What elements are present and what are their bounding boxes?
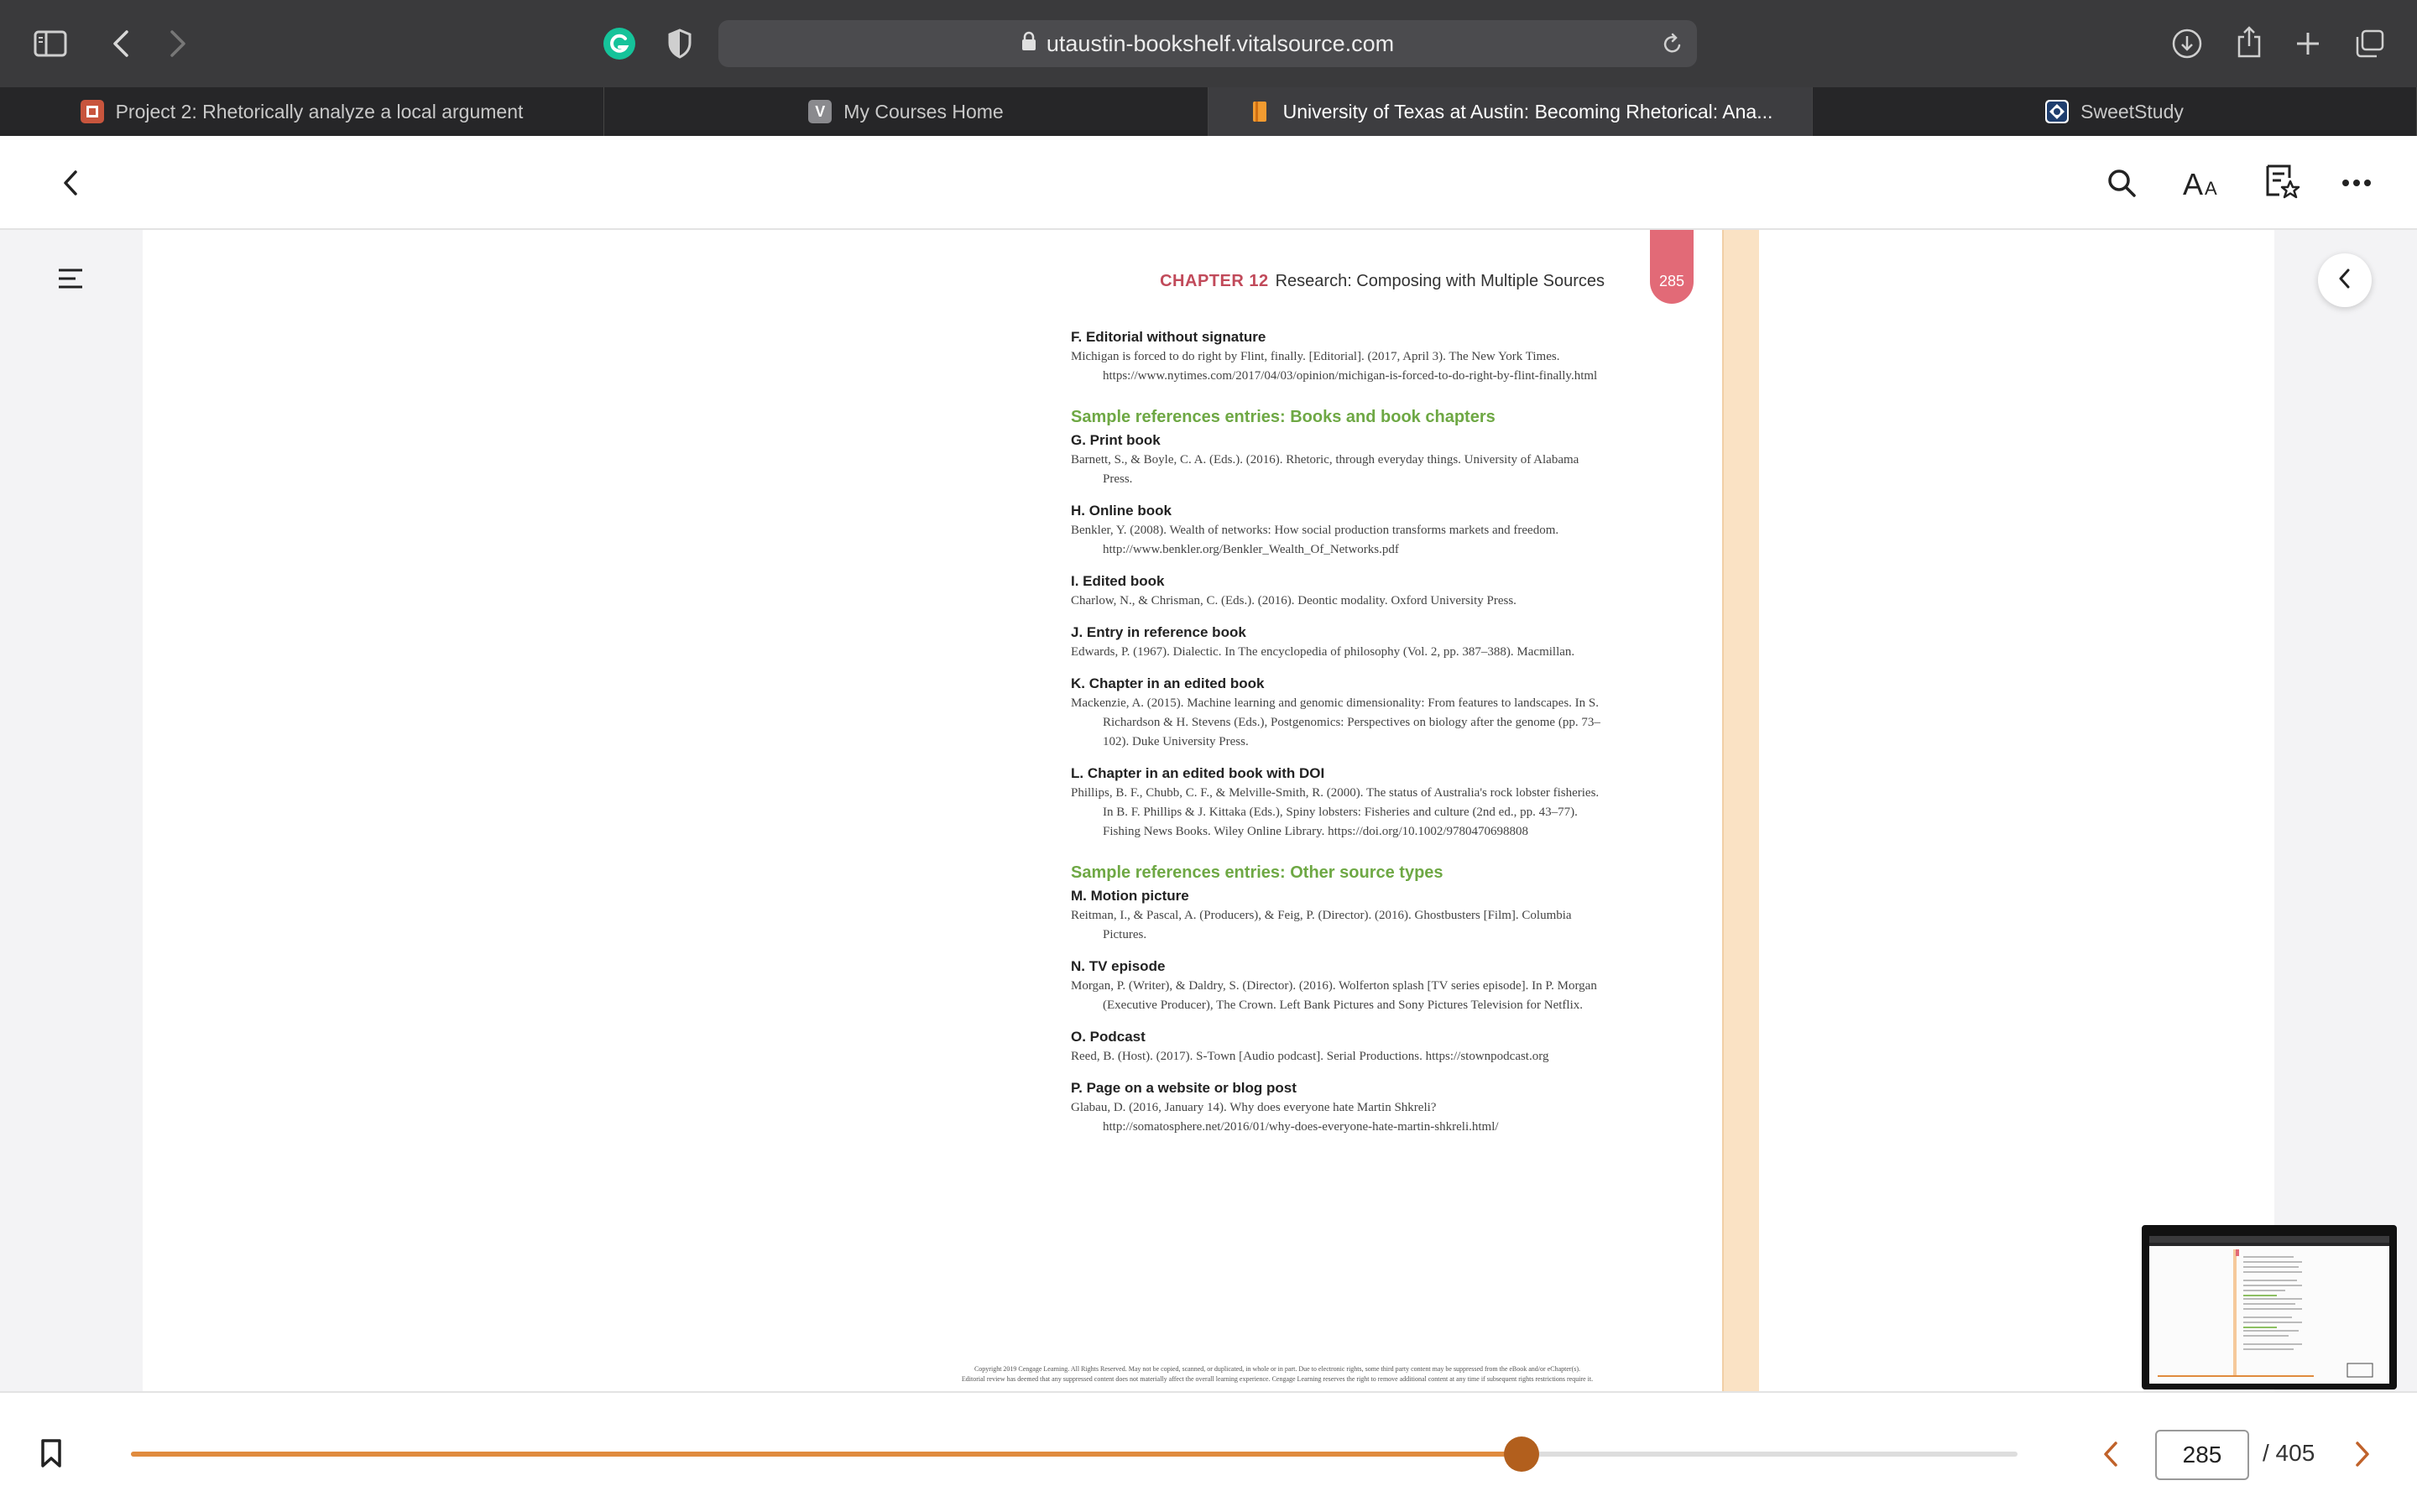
plus-icon[interactable] xyxy=(2291,25,2325,62)
entry-reference: Benkler, Y. (2008). Wealth of networks: … xyxy=(1071,524,1559,556)
entry-reference: Phillips, B. F., Chubb, C. F., & Melvill… xyxy=(1071,786,1600,838)
svg-text:A: A xyxy=(2205,178,2217,198)
more-icon[interactable] xyxy=(2338,164,2375,201)
entry-g: G. Print book Barnett, S., & Boyle, C. A… xyxy=(1071,432,1608,489)
entry-reference: Michigan is forced to do right by Flint,… xyxy=(1071,350,1598,383)
bookmark-icon[interactable] xyxy=(40,1438,67,1472)
chevron-left-icon xyxy=(2338,268,2352,294)
entry-i: I. Edited book Charlow, N., & Chrisman, … xyxy=(1071,573,1608,611)
entry-f: F. Editorial without signature Michigan … xyxy=(1071,329,1608,386)
page-total: / 405 xyxy=(2263,1440,2315,1466)
table-of-contents-icon[interactable] xyxy=(57,267,86,295)
bookmarks-list-icon[interactable] xyxy=(2263,161,2303,201)
chapter-title: Research: Composing with Multiple Source… xyxy=(1275,272,1605,290)
entry-title: F. Editorial without signature xyxy=(1071,329,1266,345)
entry-title: H. Online book xyxy=(1071,503,1172,519)
chevron-right-icon[interactable] xyxy=(161,25,195,62)
copyright-line: Copyright 2019 Cengage Learning. All Rig… xyxy=(974,1365,1581,1373)
section-heading-books: Sample references entries: Books and boo… xyxy=(1071,408,1496,426)
running-head: CHAPTER 12 Research: Composing with Multi… xyxy=(982,272,1605,291)
page-number-input[interactable] xyxy=(2155,1430,2249,1480)
back-icon[interactable] xyxy=(54,164,87,201)
page-preview-thumbnail[interactable] xyxy=(2142,1225,2397,1389)
copyright-line: Editorial review has deemed that any sup… xyxy=(961,1375,1594,1383)
entry-reference: Charlow, N., & Chrisman, C. (Eds.). (201… xyxy=(1071,594,1516,607)
entry-title: J. Entry in reference book xyxy=(1071,624,1246,640)
entry-reference: Edwards, P. (1967). Dialectic. In The en… xyxy=(1071,645,1575,659)
entry-title: O. Podcast xyxy=(1071,1029,1146,1045)
progress-fill xyxy=(131,1452,1522,1457)
entry-o: O. Podcast Reed, B. (Host). (2017). S-To… xyxy=(1071,1029,1608,1066)
copyright-notice: Copyright 2019 Cengage Learning. All Rig… xyxy=(831,1364,1724,1384)
thumbnail-image xyxy=(2149,1236,2389,1384)
previous-page-icon[interactable] xyxy=(2101,1440,2128,1473)
reader-header: AA xyxy=(0,136,2417,230)
entry-title: K. Chapter in an edited book xyxy=(1071,675,1265,691)
slider-handle[interactable] xyxy=(1503,1436,1539,1472)
reference-entries: F. Editorial without signature Michigan … xyxy=(1071,329,1608,1150)
entry-reference: Morgan, P. (Writer), & Daldry, S. (Direc… xyxy=(1071,979,1597,1012)
tab-title: Project 2: Rhetorically analyze a local … xyxy=(115,100,524,123)
reader-content: 285 CHAPTER 12 Research: Composing with M… xyxy=(0,230,2417,1391)
tab-sweetstudy[interactable]: SweetStudy xyxy=(1813,87,2417,136)
entry-title: L. Chapter in an edited book with DOI xyxy=(1071,765,1325,781)
address-bar[interactable]: utaustin-bookshelf.vitalsource.com xyxy=(718,20,1697,67)
entry-j: J. Entry in reference book Edwards, P. (… xyxy=(1071,624,1608,662)
entry-p: P. Page on a website or blog post Glabau… xyxy=(1071,1080,1608,1137)
entry-reference: Reitman, I., & Pascal, A. (Producers), &… xyxy=(1071,909,1572,941)
chevron-left-icon[interactable] xyxy=(104,25,138,62)
next-page-icon[interactable] xyxy=(2353,1440,2380,1473)
entry-title: M. Motion picture xyxy=(1071,888,1189,904)
entry-reference: Reed, B. (Host). (2017). S-Town [Audio p… xyxy=(1071,1050,1549,1063)
lock-icon xyxy=(1021,31,1036,57)
left-rail xyxy=(0,230,143,1391)
tab-title: University of Texas at Austin: Becoming … xyxy=(1282,100,1773,123)
page-progress-slider[interactable] xyxy=(131,1436,2018,1472)
reader-footer: / 405 xyxy=(0,1391,2417,1512)
reload-icon[interactable] xyxy=(1662,32,1684,61)
svg-text:A: A xyxy=(2183,168,2203,198)
entry-reference: Glabau, D. (2016, January 14). Why does … xyxy=(1071,1101,1499,1134)
entry-title: N. TV episode xyxy=(1071,958,1166,974)
tab-title: SweetStudy xyxy=(2080,100,2184,123)
tab-overview-icon[interactable] xyxy=(2352,25,2388,62)
sidebar-icon[interactable] xyxy=(32,25,69,62)
entry-title: I. Edited book xyxy=(1071,573,1165,589)
vitalsource-favicon-icon: V xyxy=(808,100,833,123)
page-number-tab: 285 xyxy=(1650,230,1694,304)
chapter-label: CHAPTER 12 xyxy=(1160,272,1269,290)
tab-my-courses[interactable]: V My Courses Home xyxy=(604,87,1208,136)
privacy-shield-icon[interactable] xyxy=(663,25,697,62)
share-icon[interactable] xyxy=(2232,22,2266,62)
entry-k: K. Chapter in an edited book Mackenzie, … xyxy=(1071,675,1608,752)
tab-title: My Courses Home xyxy=(843,100,1004,123)
entry-reference: Barnett, S., & Boyle, C. A. (Eds.). (201… xyxy=(1071,453,1579,486)
entry-title: G. Print book xyxy=(1071,432,1161,448)
url-text: utaustin-bookshelf.vitalsource.com xyxy=(1046,30,1395,56)
collapse-panel-button[interactable] xyxy=(2318,253,2372,307)
grammarly-icon[interactable] xyxy=(601,25,638,62)
tab-project-2[interactable]: Project 2: Rhetorically analyze a local … xyxy=(0,87,604,136)
page-edge xyxy=(1722,230,1759,1391)
entry-h: H. Online book Benkler, Y. (2008). Wealt… xyxy=(1071,503,1608,560)
section-heading-other: Sample references entries: Other source … xyxy=(1071,863,1443,882)
entry-title: P. Page on a website or blog post xyxy=(1071,1080,1297,1096)
book-page: 285 CHAPTER 12 Research: Composing with M… xyxy=(143,230,2274,1391)
entry-m: M. Motion picture Reitman, I., & Pascal,… xyxy=(1071,888,1608,945)
entry-n: N. TV episode Morgan, P. (Writer), & Dal… xyxy=(1071,958,1608,1015)
download-icon[interactable] xyxy=(2170,25,2204,62)
canvas-favicon-icon xyxy=(80,100,104,123)
tab-bar: Project 2: Rhetorically analyze a local … xyxy=(0,87,2417,136)
text-size-icon[interactable]: AA xyxy=(2180,164,2224,201)
book-favicon-icon xyxy=(1248,100,1271,123)
browser-toolbar: utaustin-bookshelf.vitalsource.com xyxy=(0,0,2417,87)
entry-reference: Mackenzie, A. (2015). Machine learning a… xyxy=(1071,696,1600,748)
search-icon[interactable] xyxy=(2103,164,2140,201)
entry-l: L. Chapter in an edited book with DOI Ph… xyxy=(1071,765,1608,842)
tab-ut-austin-book[interactable]: University of Texas at Austin: Becoming … xyxy=(1208,87,1813,136)
sweetstudy-favicon-icon xyxy=(2045,100,2070,123)
